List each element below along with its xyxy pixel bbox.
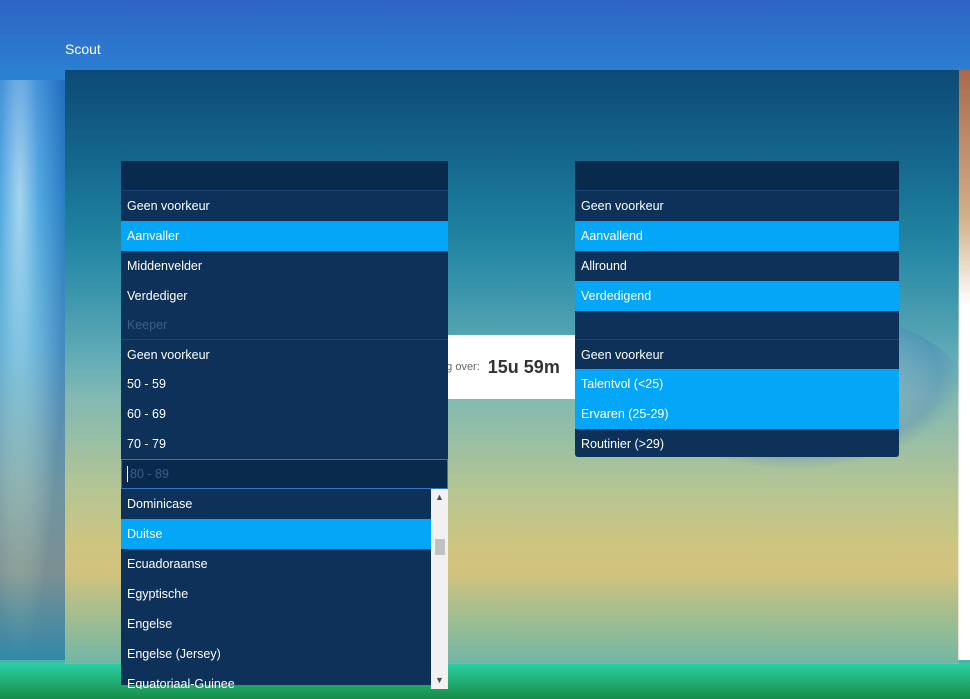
option-rating-70-79[interactable]: 70 - 79 xyxy=(121,429,448,459)
option-age-experienced[interactable]: Ervaren (25-29) xyxy=(575,399,899,429)
scout-filter-dropdown-left[interactable]: Geen voorkeur Aanvaller Middenvelder Ver… xyxy=(121,161,448,689)
option-age-talented[interactable]: Talentvol (<25) xyxy=(575,369,899,399)
rating-options: Geen voorkeur 50 - 59 60 - 69 70 - 79 xyxy=(121,339,448,459)
option-style-attacking[interactable]: Aanvallend xyxy=(575,221,899,251)
dropdown-header[interactable] xyxy=(121,161,448,191)
scroll-thumb[interactable] xyxy=(435,539,445,555)
timer-value: 15u 59m xyxy=(487,356,560,377)
option-style-blank xyxy=(575,311,899,339)
option-position-keeper[interactable]: Keeper xyxy=(121,311,448,339)
age-options: Geen voorkeur Talentvol (<25) Ervaren (2… xyxy=(575,339,899,459)
dropdown-header[interactable] xyxy=(575,161,899,191)
option-nationality-egyptische[interactable]: Egyptische xyxy=(121,579,431,609)
playstyle-options: Geen voorkeur Aanvallend Allround Verded… xyxy=(575,191,899,339)
option-position-none[interactable]: Geen voorkeur xyxy=(121,191,448,221)
option-position-midfielder[interactable]: Middenvelder xyxy=(121,251,448,281)
scroll-up-arrow-icon[interactable]: ▲ xyxy=(431,489,448,506)
text-caret xyxy=(127,466,128,482)
option-rating-none[interactable]: Geen voorkeur xyxy=(121,339,448,369)
option-position-attacker[interactable]: Aanvaller xyxy=(121,221,448,251)
option-nationality-equatoriaal-guinee[interactable]: Equatoriaal-Guinee xyxy=(121,669,431,689)
option-rating-50-59[interactable]: 50 - 59 xyxy=(121,369,448,399)
option-style-defending[interactable]: Verdedigend xyxy=(575,281,899,311)
list-scrollbar[interactable]: ▲ ▼ xyxy=(431,489,448,689)
page-title: Scout xyxy=(65,41,101,57)
option-age-none[interactable]: Geen voorkeur xyxy=(575,339,899,369)
option-nationality-ecuadoraanse[interactable]: Ecuadoraanse xyxy=(121,549,431,579)
option-style-none[interactable]: Geen voorkeur xyxy=(575,191,899,221)
stadium-background-right xyxy=(958,70,970,660)
option-age-veteran[interactable]: Routinier (>29) xyxy=(575,429,899,459)
nationality-list[interactable]: Dominicase Duitse Ecuadoraanse Egyptisch… xyxy=(121,489,448,689)
position-options: Geen voorkeur Aanvaller Middenvelder Ver… xyxy=(121,191,448,339)
option-rating-60-69[interactable]: 60 - 69 xyxy=(121,399,448,429)
stadium-background-left xyxy=(0,80,65,660)
option-nationality-engelse[interactable]: Engelse xyxy=(121,609,431,639)
option-position-defender[interactable]: Verdediger xyxy=(121,281,448,311)
scout-filter-dropdown-right[interactable]: Geen voorkeur Aanvallend Allround Verded… xyxy=(575,161,899,457)
dropdown-search-input[interactable] xyxy=(130,467,410,481)
scroll-down-arrow-icon[interactable]: ▼ xyxy=(431,672,448,689)
dropdown-search[interactable] xyxy=(121,459,448,489)
option-style-allround[interactable]: Allround xyxy=(575,251,899,281)
option-nationality-dominicase[interactable]: Dominicase xyxy=(121,489,431,519)
option-nationality-engelse-jersey[interactable]: Engelse (Jersey) xyxy=(121,639,431,669)
option-nationality-duitse[interactable]: Duitse xyxy=(121,519,431,549)
